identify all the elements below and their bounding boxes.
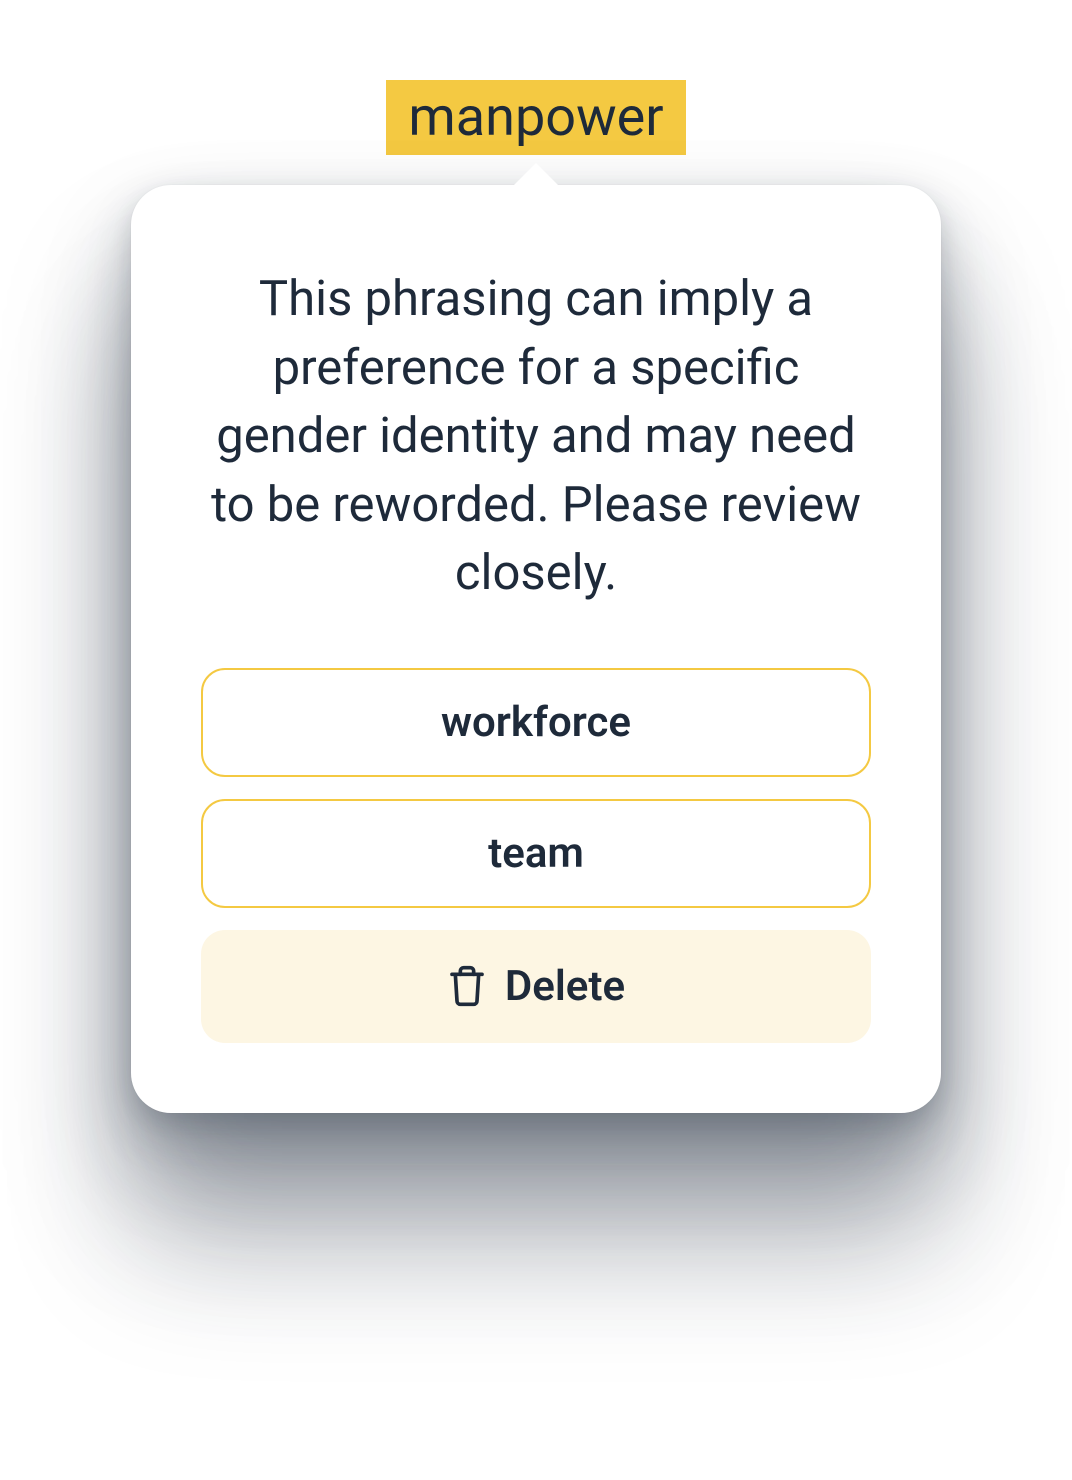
suggestion-option-team[interactable]: team <box>201 799 871 908</box>
highlighted-word[interactable]: manpower <box>386 80 685 155</box>
tooltip-arrow <box>512 163 560 187</box>
delete-button[interactable]: Delete <box>201 930 871 1043</box>
delete-button-label: Delete <box>505 962 625 1011</box>
suggestion-description: This phrasing can imply a preference for… <box>201 265 871 608</box>
suggestion-option-workforce[interactable]: workforce <box>201 668 871 777</box>
trash-icon <box>447 964 487 1008</box>
suggestion-tooltip: This phrasing can imply a preference for… <box>131 185 941 1113</box>
